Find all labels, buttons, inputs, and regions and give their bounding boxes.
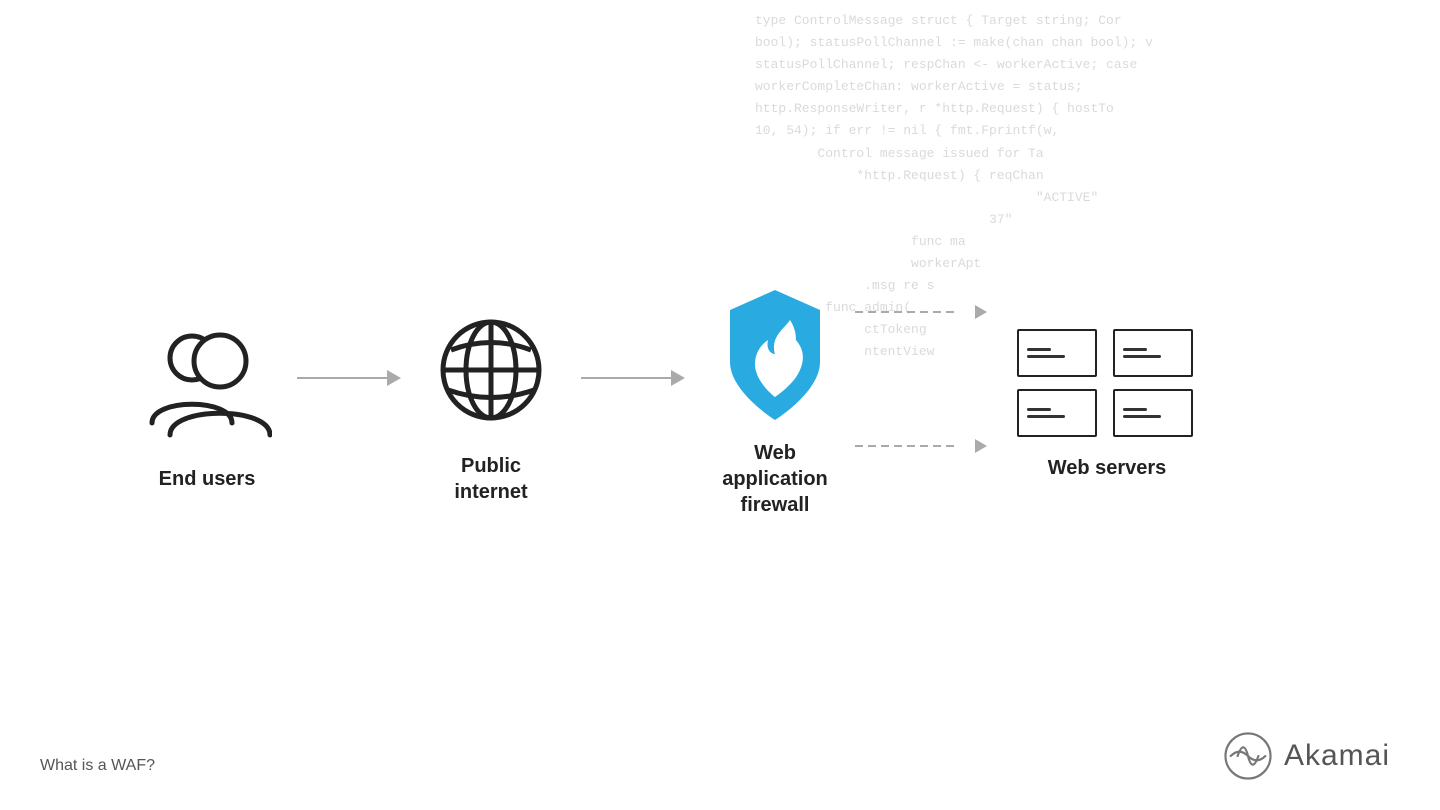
arrow-line-1 (297, 377, 387, 379)
dashed-arrow-upper (975, 305, 987, 319)
dashed-lower-row (855, 439, 987, 453)
arrow-head-2 (671, 370, 685, 386)
server-line-1b (1027, 355, 1065, 358)
dashed-upper-row (855, 305, 987, 319)
server-block-4 (1113, 389, 1193, 437)
arrow-head-1 (387, 370, 401, 386)
public-internet-icon (421, 305, 561, 435)
akamai-text: Akamai (1284, 739, 1390, 773)
dashed-arrow-lower (975, 439, 987, 453)
waf-label: Web application firewall (705, 440, 845, 518)
dashed-connector-section (845, 305, 997, 453)
akamai-logo: Akamai (1222, 730, 1390, 782)
server-line-2a (1123, 348, 1147, 351)
end-users-node: End users (137, 318, 277, 492)
public-internet-label: Public internet (454, 453, 527, 505)
arrow-1 (277, 370, 421, 386)
bottom-label: What is a WAF? (40, 757, 155, 775)
server-block-1 (1017, 329, 1097, 377)
server-blocks-grid (1017, 329, 1197, 437)
public-internet-node: Public internet (421, 305, 561, 505)
akamai-icon (1222, 730, 1274, 782)
server-block-3 (1017, 389, 1097, 437)
waf-node: Web application firewall (705, 292, 845, 518)
waf-icon (705, 292, 845, 422)
end-users-icon (137, 318, 277, 448)
server-block-2 (1113, 329, 1193, 377)
server-line-4b (1123, 415, 1161, 418)
diagram-container: End users Public internet (137, 292, 1197, 518)
server-line-1a (1027, 348, 1051, 351)
web-servers-node: Web servers (1017, 329, 1197, 481)
server-line-3a (1027, 408, 1051, 411)
server-line-3b (1027, 415, 1065, 418)
server-line-2b (1123, 355, 1161, 358)
end-users-label: End users (159, 466, 256, 492)
server-line-4a (1123, 408, 1147, 411)
arrow-line-2 (581, 377, 671, 379)
web-servers-label: Web servers (1048, 455, 1167, 481)
arrow-2 (561, 370, 705, 386)
